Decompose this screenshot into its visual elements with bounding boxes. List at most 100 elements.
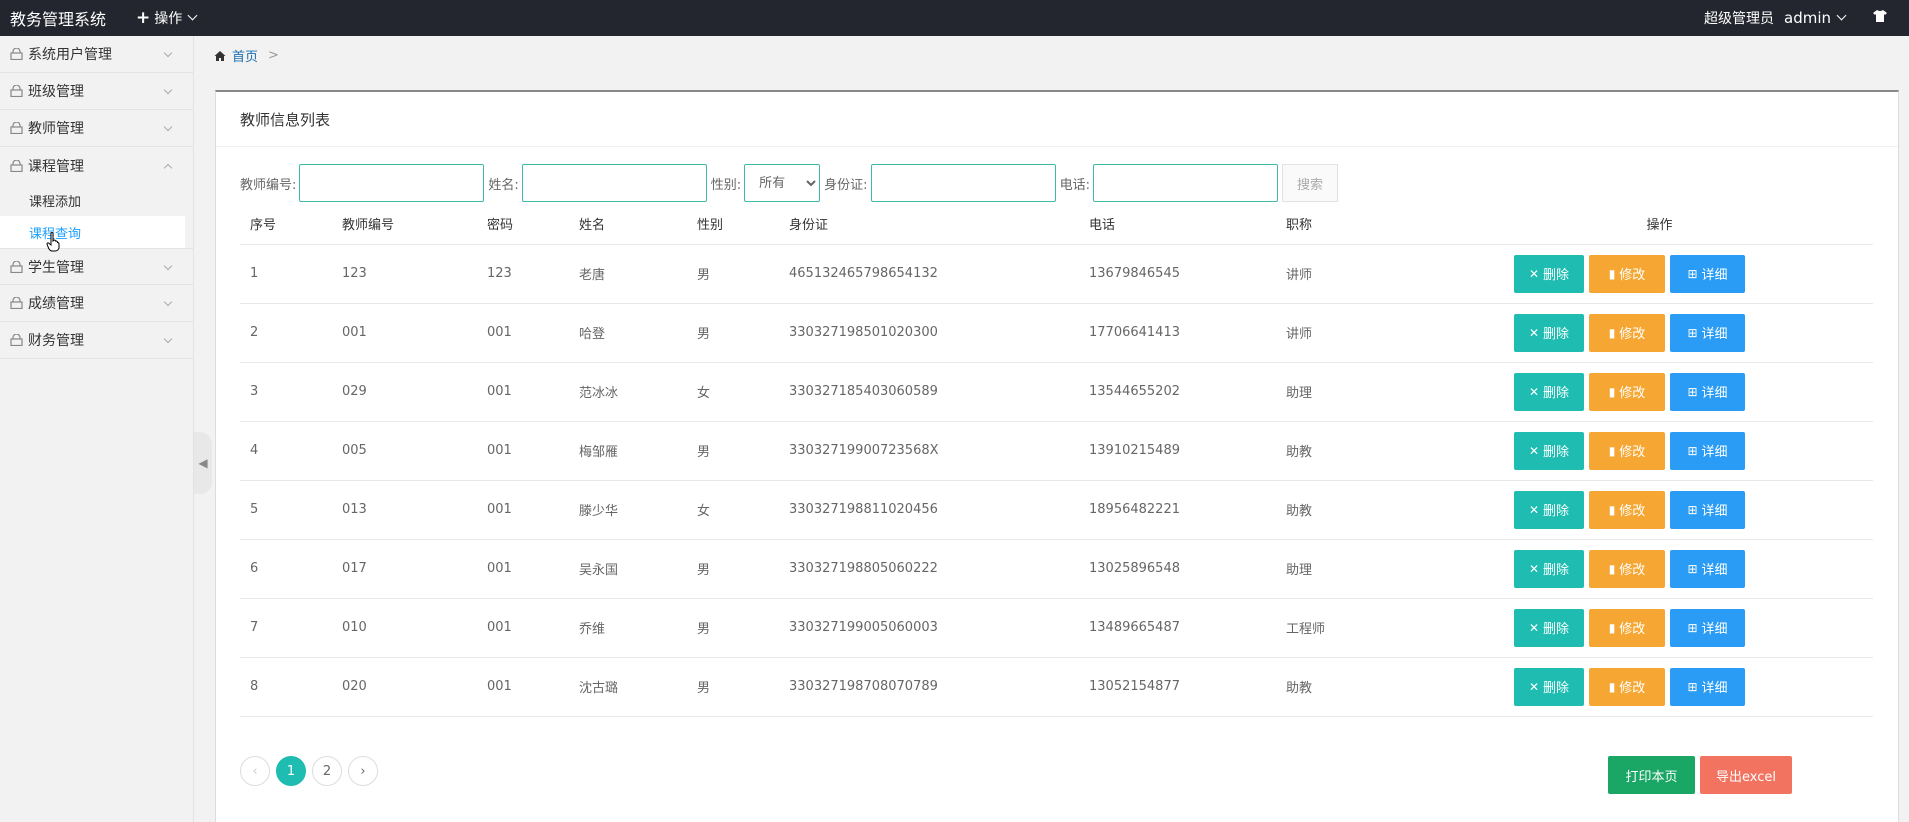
cell-id-card: 330327198501020300 [779, 303, 1079, 363]
table-row: 5 013 001 滕少华女 330327198811020456 18956482221… [240, 480, 1873, 540]
cell-actions: ✕ 删除 ▮ 修改 ⊞ 详细 [1446, 362, 1873, 422]
teacher-no-input[interactable] [299, 164, 485, 202]
detail-button[interactable]: ⊞ 详细 [1670, 313, 1745, 352]
delete-button[interactable]: ✕ 删除 [1514, 608, 1584, 647]
delete-label: 删除 [1543, 563, 1570, 578]
edit-button[interactable]: ▮ 修改 [1589, 431, 1665, 470]
chevron-down-icon [187, 10, 198, 20]
cell-index: 3 [240, 362, 332, 422]
grid-icon: ⊞ [1687, 620, 1698, 635]
cell-name: 乔维 [569, 598, 687, 658]
sidebar-item-system-users[interactable]: 系统用户管理 [0, 36, 193, 73]
sidebar-item-students[interactable]: 学生管理 [0, 248, 193, 285]
cell-title: 助教 [1276, 421, 1446, 481]
detail-button[interactable]: ⊞ 详细 [1670, 608, 1745, 647]
close-icon: ✕ [1528, 443, 1540, 458]
detail-label: 详细 [1701, 504, 1728, 519]
detail-button[interactable]: ⊞ 详细 [1670, 667, 1745, 706]
sidebar-item-courses[interactable]: 课程管理 [0, 147, 193, 184]
table-row: 6 017 001 吴永国男 330327198805060222 13025896548… [240, 539, 1873, 599]
skin-theme-icon[interactable] [1873, 10, 1887, 26]
cell-password: 001 [477, 421, 569, 481]
detail-label: 详细 [1701, 268, 1728, 283]
sidebar-subitem-course-query[interactable]: 课程查询 [0, 216, 185, 248]
gender-select[interactable]: 所有 [744, 164, 821, 202]
detail-button[interactable]: ⊞ 详细 [1670, 490, 1745, 529]
cell-actions: ✕ 删除 ▮ 修改 ⊞ 详细 [1446, 244, 1873, 304]
breadcrumb: 首页 > [214, 46, 279, 65]
delete-label: 删除 [1543, 622, 1570, 637]
cell-id-card: 33032719900723568X [779, 421, 1079, 481]
print-page-button[interactable]: 打印本页 [1608, 756, 1695, 794]
sidebar-item-teachers[interactable]: 教师管理 [0, 110, 193, 147]
breadcrumb-home-link[interactable]: 首页 [232, 46, 258, 65]
edit-button[interactable]: ▮ 修改 [1589, 254, 1665, 293]
trash-icon: ▮ [1608, 561, 1616, 576]
name-input[interactable] [521, 164, 707, 202]
pagination-next[interactable]: › [348, 756, 378, 786]
table-row: 2 001 001 哈登男 330327198501020300 17706641413 讲… [240, 303, 1873, 363]
pagination-prev[interactable]: ‹ [240, 756, 270, 786]
app-title: 教务管理系统 [10, 10, 107, 29]
delete-button[interactable]: ✕ 删除 [1514, 549, 1584, 588]
sidebar-subitem-course-add[interactable]: 课程添加 [0, 184, 193, 216]
cell-name: 梅邹雁 [569, 421, 687, 481]
id-card-input[interactable] [870, 164, 1056, 202]
delete-button[interactable]: ✕ 删除 [1514, 372, 1584, 411]
delete-button[interactable]: ✕ 删除 [1514, 254, 1584, 293]
sidebar-item-grades[interactable]: 成绩管理 [0, 285, 193, 322]
user-menu[interactable]: admin [1784, 9, 1847, 27]
delete-button[interactable]: ✕ 删除 [1514, 490, 1584, 529]
edit-button[interactable]: ▮ 修改 [1589, 608, 1665, 647]
cell-title: 助教 [1276, 657, 1446, 717]
breadcrumb-separator: > [268, 48, 279, 63]
sidebar-collapse-toggle[interactable]: ◀ [194, 432, 212, 494]
pagination-page-2[interactable]: 2 [312, 756, 342, 786]
row-actions: ✕ 删除 ▮ 修改 ⊞ 详细 [1456, 254, 1873, 293]
grid-icon: ⊞ [1687, 561, 1698, 576]
delete-label: 删除 [1543, 504, 1570, 519]
search-button[interactable]: 搜索 [1281, 164, 1338, 202]
sidebar-item-classes[interactable]: 班级管理 [0, 73, 193, 110]
edit-button[interactable]: ▮ 修改 [1589, 667, 1665, 706]
table-row: 3 029 001 范冰冰女 330327185403060589 13544655202… [240, 362, 1873, 422]
lock-icon [10, 85, 23, 97]
cell-title: 助教 [1276, 480, 1446, 540]
pagination-page-1[interactable]: 1 [276, 756, 306, 786]
cell-id-card: 330327198805060222 [779, 539, 1079, 599]
edit-button[interactable]: ▮ 修改 [1589, 313, 1665, 352]
detail-button[interactable]: ⊞ 详细 [1670, 549, 1745, 588]
detail-label: 详细 [1701, 681, 1728, 696]
sidebar-item-finance[interactable]: 财务管理 [0, 322, 193, 359]
operations-menu[interactable]: + 操作 [136, 7, 198, 28]
detail-label: 详细 [1701, 386, 1728, 401]
cell-actions: ✕ 删除 ▮ 修改 ⊞ 详细 [1446, 598, 1873, 658]
detail-button[interactable]: ⊞ 详细 [1670, 372, 1745, 411]
edit-button[interactable]: ▮ 修改 [1589, 490, 1665, 529]
cell-actions: ✕ 删除 ▮ 修改 ⊞ 详细 [1446, 303, 1873, 363]
cell-teacher-no: 010 [332, 598, 477, 658]
plus-icon: + [136, 7, 151, 28]
edit-label: 修改 [1619, 386, 1646, 401]
delete-button[interactable]: ✕ 删除 [1514, 313, 1584, 352]
detail-button[interactable]: ⊞ 详细 [1670, 254, 1745, 293]
edit-button[interactable]: ▮ 修改 [1589, 549, 1665, 588]
cell-index: 4 [240, 421, 332, 481]
cell-id-card: 330327185403060589 [779, 362, 1079, 422]
edit-button[interactable]: ▮ 修改 [1589, 372, 1665, 411]
phone-input[interactable] [1092, 164, 1278, 202]
detail-button[interactable]: ⊞ 详细 [1670, 431, 1745, 470]
row-actions: ✕ 删除 ▮ 修改 ⊞ 详细 [1456, 549, 1873, 588]
delete-button[interactable]: ✕ 删除 [1514, 431, 1584, 470]
chevron-down-icon [163, 122, 173, 132]
export-excel-button[interactable]: 导出excel [1700, 756, 1792, 794]
delete-button[interactable]: ✕ 删除 [1514, 667, 1584, 706]
sidebar-item-label: 课程管理 [28, 158, 84, 175]
cell-name: 哈登 [569, 303, 687, 363]
close-icon: ✕ [1528, 266, 1540, 281]
cell-index: 6 [240, 539, 332, 599]
delete-label: 删除 [1543, 327, 1570, 342]
col-header-id-card: 身份证 [779, 204, 1079, 245]
chevron-down-icon [163, 85, 173, 95]
col-header-phone: 电话 [1079, 204, 1276, 245]
